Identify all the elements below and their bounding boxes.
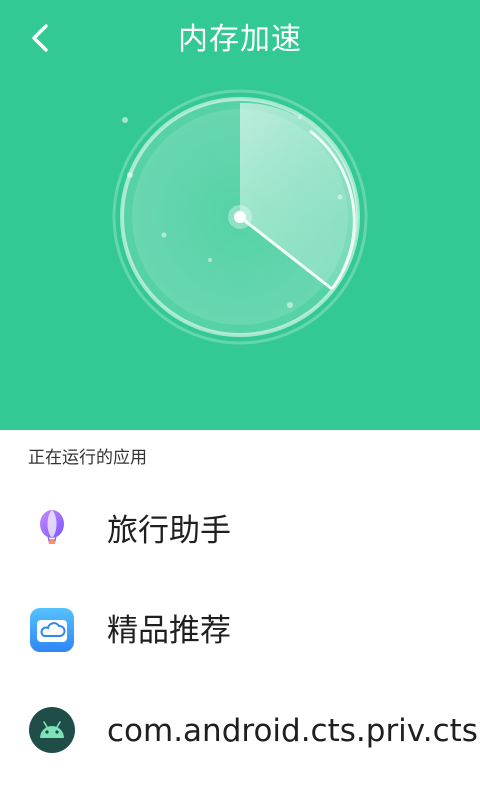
balloon-icon [40,510,64,544]
list-item-featured-recommend[interactable]: 精品推荐 [0,580,480,680]
app-list: 旅行助手 精品推荐 com.android.cts.priv.cts [0,480,480,780]
cloud-app-icon [30,608,74,652]
app-label: 旅行助手 [107,513,231,549]
running-apps-heading: 正在运行的应用 [28,448,147,468]
app-label: 精品推荐 [107,613,231,649]
list-item-cts-priv[interactable]: com.android.cts.priv.cts [0,680,480,780]
header-panel: 内存加速 [0,0,480,430]
radar-scan-graphic [112,89,368,345]
android-icon [29,707,75,753]
list-item-travel-assistant[interactable]: 旅行助手 [0,480,480,580]
app-label: com.android.cts.priv.cts [107,713,478,749]
page-title: 内存加速 [178,22,302,57]
